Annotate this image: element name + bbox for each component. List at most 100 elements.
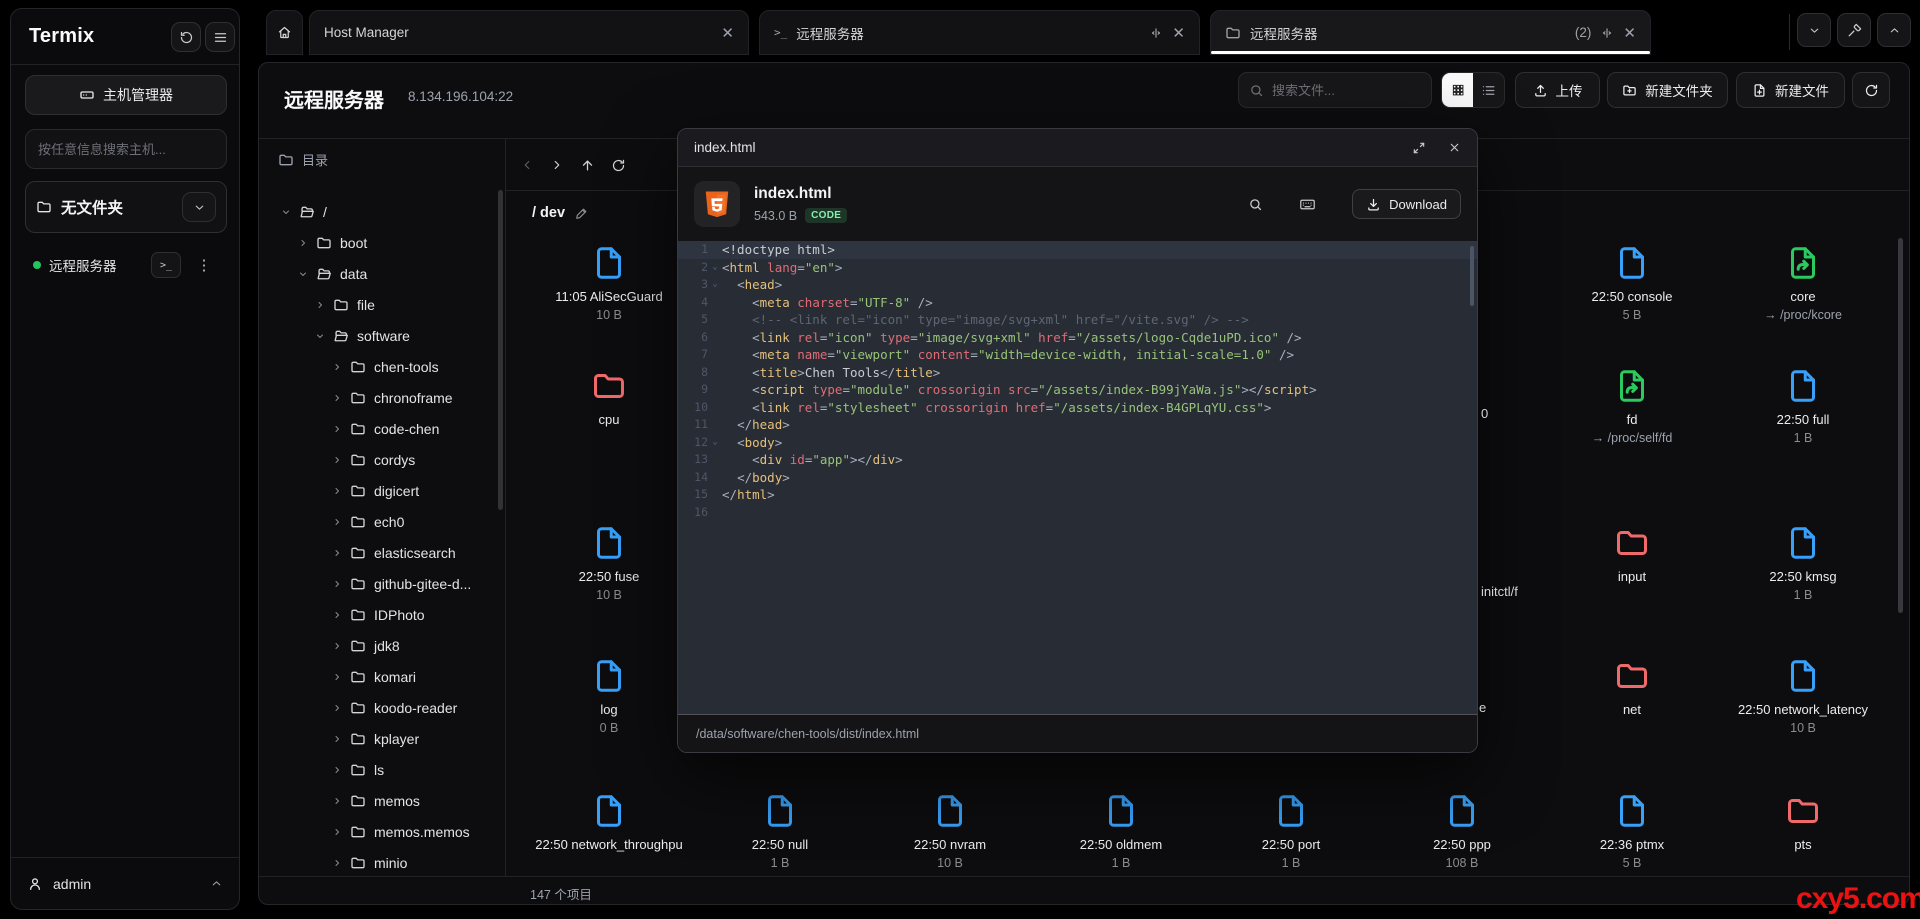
chevron-right-icon[interactable] xyxy=(331,485,343,497)
new-file-button[interactable]: 新建文件 xyxy=(1736,72,1845,108)
tab-file-server-active[interactable]: 远程服务器 (2) ✕ xyxy=(1210,10,1651,55)
file-grid-item-full[interactable]: 22:50 full1 B xyxy=(1723,368,1883,445)
host-search-input[interactable] xyxy=(25,129,227,169)
host-manager-button[interactable]: 主机管理器 xyxy=(25,75,227,115)
file-grid-item-kmsg[interactable]: 22:50 kmsg1 B xyxy=(1723,525,1883,602)
file-grid-item-network_throughpu[interactable]: 22:50 network_throughpu xyxy=(529,793,689,853)
close-tab-icon[interactable]: ✕ xyxy=(1172,24,1185,42)
collapse-tabs-button[interactable] xyxy=(1797,13,1831,47)
tab-host-manager[interactable]: Host Manager ✕ xyxy=(309,10,749,55)
fold-caret-icon[interactable]: ⌄ xyxy=(708,276,722,294)
file-grid-item-ppp[interactable]: 22:50 ppp108 B xyxy=(1382,793,1542,870)
chevron-right-icon[interactable] xyxy=(331,702,343,714)
chevron-right-icon[interactable] xyxy=(331,826,343,838)
file-grid-item-net[interactable]: net xyxy=(1552,658,1712,718)
tree-item-/[interactable]: / xyxy=(280,196,327,227)
grid-view-button[interactable] xyxy=(1442,73,1473,107)
chevron-right-icon[interactable] xyxy=(331,516,343,528)
new-folder-button[interactable]: 新建文件夹 xyxy=(1607,72,1728,108)
fold-caret-icon[interactable]: ⌄ xyxy=(708,259,722,277)
file-grid-item-fd[interactable]: fd→ /proc/self/fd xyxy=(1552,368,1712,445)
tree-item-elasticsearch[interactable]: elasticsearch xyxy=(331,537,456,568)
close-tab-icon[interactable]: ✕ xyxy=(1623,24,1636,42)
file-grid-item-null[interactable]: 22:50 null1 B xyxy=(700,793,860,870)
more-options-button[interactable]: ⋮ xyxy=(189,252,219,278)
chevron-right-icon[interactable] xyxy=(331,795,343,807)
chevron-down-icon[interactable] xyxy=(314,330,326,342)
tree-item-IDPhoto[interactable]: IDPhoto xyxy=(331,599,425,630)
tree-item-chen-tools[interactable]: chen-tools xyxy=(331,351,439,382)
sidebar-item-server[interactable]: 远程服务器 >_ ⋮ xyxy=(25,247,227,283)
chevron-right-icon[interactable] xyxy=(331,392,343,404)
close-icon[interactable] xyxy=(1448,141,1461,154)
reload-button[interactable] xyxy=(171,22,201,52)
chevron-right-icon[interactable] xyxy=(297,237,309,249)
nav-forward-button[interactable] xyxy=(550,158,564,172)
refresh-button[interactable] xyxy=(1852,72,1890,108)
keyboard-icon[interactable] xyxy=(1299,196,1316,213)
maximize-icon[interactable] xyxy=(1412,141,1426,155)
file-grid-item-nvram[interactable]: 22:50 nvram10 B xyxy=(870,793,1030,870)
menu-button[interactable] xyxy=(205,22,235,52)
chevron-right-icon[interactable] xyxy=(331,423,343,435)
code-editor[interactable]: 1<!doctype html>2⌄<html lang="en">3⌄ <he… xyxy=(678,241,1477,715)
chevron-down-icon[interactable] xyxy=(297,268,309,280)
nav-refresh-button[interactable] xyxy=(611,158,626,173)
file-grid-item-log[interactable]: log0 B xyxy=(529,658,689,735)
tab-terminal-server[interactable]: >_ 远程服务器 ✕ xyxy=(759,10,1200,55)
file-grid-item-oldmem[interactable]: 22:50 oldmem1 B xyxy=(1041,793,1201,870)
close-tab-icon[interactable]: ✕ xyxy=(721,24,734,42)
tools-button[interactable] xyxy=(1837,13,1871,47)
tree-item-memos.memos[interactable]: memos.memos xyxy=(331,816,470,847)
chevron-right-icon[interactable] xyxy=(314,299,326,311)
split-view-icon[interactable] xyxy=(1149,26,1163,40)
file-grid-item-console[interactable]: 22:50 console5 B xyxy=(1552,245,1712,322)
chevron-down-icon[interactable] xyxy=(280,206,292,218)
nav-back-button[interactable] xyxy=(520,158,534,172)
tree-item-kplayer[interactable]: kplayer xyxy=(331,723,419,754)
tree-item-memos[interactable]: memos xyxy=(331,785,420,816)
tree-item-koodo-reader[interactable]: koodo-reader xyxy=(331,692,457,723)
chevron-right-icon[interactable] xyxy=(331,671,343,683)
file-grid-item-cpu[interactable]: cpu xyxy=(529,368,689,428)
chevron-right-icon[interactable] xyxy=(331,857,343,869)
tree-item-minio[interactable]: minio xyxy=(331,847,407,876)
chevron-right-icon[interactable] xyxy=(331,764,343,776)
file-grid-item-port[interactable]: 22:50 port1 B xyxy=(1211,793,1371,870)
tab-home[interactable] xyxy=(266,10,303,55)
expand-tabs-button[interactable] xyxy=(1877,13,1911,47)
tree-scrollbar[interactable] xyxy=(498,190,503,510)
tree-item-code-chen[interactable]: code-chen xyxy=(331,413,439,444)
tree-item-boot[interactable]: boot xyxy=(297,227,367,258)
tree-item-cordys[interactable]: cordys xyxy=(331,444,415,475)
tree-item-jdk8[interactable]: jdk8 xyxy=(331,630,400,661)
tree-item-data[interactable]: data xyxy=(297,258,367,289)
chevron-right-icon[interactable] xyxy=(331,733,343,745)
download-button[interactable]: Download xyxy=(1352,189,1461,219)
chevron-right-icon[interactable] xyxy=(331,454,343,466)
file-grid-item-core[interactable]: core→ /proc/kcore xyxy=(1723,245,1883,322)
file-search-input[interactable] xyxy=(1272,83,1402,98)
tree-item-file[interactable]: file xyxy=(314,289,375,320)
fold-caret-icon[interactable]: ⌄ xyxy=(708,434,722,452)
file-grid-item-pts[interactable]: pts xyxy=(1723,793,1883,853)
tree-item-komari[interactable]: komari xyxy=(331,661,416,692)
split-view-icon[interactable] xyxy=(1600,26,1614,40)
file-grid-item-network_latency[interactable]: 22:50 network_latency10 B xyxy=(1723,658,1883,735)
upload-button[interactable]: 上传 xyxy=(1515,72,1600,108)
tree-item-digicert[interactable]: digicert xyxy=(331,475,419,506)
grid-scrollbar[interactable] xyxy=(1898,238,1903,613)
tree-item-ls[interactable]: ls xyxy=(331,754,384,785)
user-row[interactable]: admin xyxy=(11,857,239,909)
chevron-right-icon[interactable] xyxy=(331,578,343,590)
edit-path-icon[interactable] xyxy=(575,206,589,220)
code-scrollbar[interactable] xyxy=(1470,246,1474,306)
chevron-right-icon[interactable] xyxy=(331,547,343,559)
file-grid-item-AliSecGuard[interactable]: 11:05 AliSecGuard10 B xyxy=(529,245,689,322)
chevron-right-icon[interactable] xyxy=(331,609,343,621)
file-grid-item-input[interactable]: input xyxy=(1552,525,1712,585)
tree-item-ech0[interactable]: ech0 xyxy=(331,506,404,537)
chevron-right-icon[interactable] xyxy=(331,640,343,652)
nav-up-button[interactable] xyxy=(580,158,595,173)
file-grid-item-ptmx[interactable]: 22:36 ptmx5 B xyxy=(1552,793,1712,870)
